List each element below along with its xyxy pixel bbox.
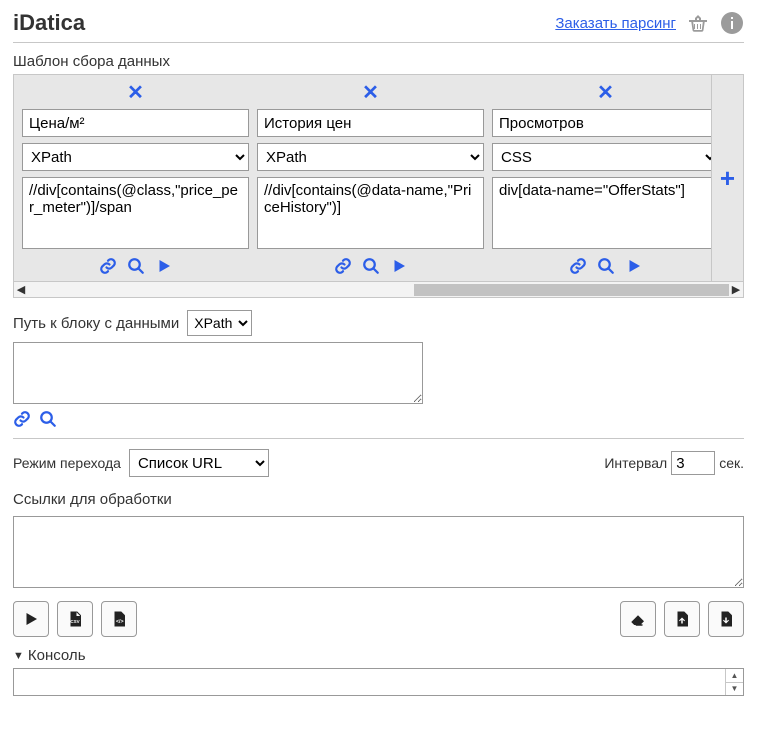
column-name-input[interactable] xyxy=(22,109,249,137)
block-path-input[interactable] xyxy=(13,342,423,404)
close-icon[interactable]: ✕ xyxy=(127,81,144,109)
console-spin-down[interactable]: ▼ xyxy=(726,683,743,696)
export-csv-button[interactable]: CSV xyxy=(57,601,93,637)
clear-button[interactable] xyxy=(620,601,656,637)
export-code-button[interactable]: </> xyxy=(101,601,137,637)
console-input[interactable] xyxy=(14,669,725,695)
search-icon[interactable] xyxy=(127,257,145,275)
interval-label: Интервал xyxy=(604,455,667,471)
selector-expression-input[interactable]: //div[contains(@data-name,"PriceHistory"… xyxy=(257,177,484,249)
template-builder: ✕ XPathCSS //div[contains(@class,"price_pe… xyxy=(13,74,744,282)
selector-type-select[interactable]: XPathCSS xyxy=(22,143,249,171)
search-icon[interactable] xyxy=(362,257,380,275)
scroll-thumb[interactable] xyxy=(414,284,729,296)
info-icon[interactable] xyxy=(720,11,744,35)
svg-text:CSV: CSV xyxy=(70,619,79,624)
order-parsing-link[interactable]: Заказать парсинг xyxy=(555,15,676,32)
template-column: ✕ XPathCSS div[data-name="OfferStats"] xyxy=(492,81,711,275)
interval-input[interactable] xyxy=(671,451,715,475)
selector-type-select[interactable]: XPathCSS xyxy=(492,143,711,171)
add-column-button[interactable]: + xyxy=(711,75,743,281)
close-icon[interactable]: ✕ xyxy=(362,81,379,109)
link-icon[interactable] xyxy=(13,410,31,428)
scroll-left-arrow[interactable]: ◀ xyxy=(14,283,28,296)
block-path-label: Путь к блоку с данными xyxy=(13,315,179,332)
scroll-track[interactable] xyxy=(28,284,729,296)
interval-unit: сек. xyxy=(719,455,744,471)
console-spin-up[interactable]: ▲ xyxy=(726,669,743,683)
link-icon[interactable] xyxy=(334,257,352,275)
mode-select[interactable]: Список URL xyxy=(129,449,269,477)
basket-icon[interactable] xyxy=(686,11,710,35)
upload-button[interactable] xyxy=(664,601,700,637)
scroll-right-arrow[interactable]: ▶ xyxy=(729,283,743,296)
play-icon[interactable] xyxy=(155,257,173,275)
console-collapse-icon[interactable]: ▼ xyxy=(13,650,24,662)
links-label: Ссылки для обработки xyxy=(13,491,744,508)
selector-expression-input[interactable]: div[data-name="OfferStats"] xyxy=(492,177,711,249)
block-path-selector-type[interactable]: XPathCSS xyxy=(187,310,252,336)
mode-label: Режим перехода xyxy=(13,455,121,471)
links-input[interactable] xyxy=(13,516,744,588)
search-icon[interactable] xyxy=(39,410,57,428)
console-label: Консоль xyxy=(28,647,86,664)
play-icon[interactable] xyxy=(625,257,643,275)
svg-text:</>: </> xyxy=(116,619,124,625)
template-column: ✕ XPathCSS //div[contains(@class,"price_pe… xyxy=(22,81,249,275)
template-h-scrollbar[interactable]: ◀ ▶ xyxy=(13,282,744,298)
selector-type-select[interactable]: XPathCSS xyxy=(257,143,484,171)
run-button[interactable] xyxy=(13,601,49,637)
column-name-input[interactable] xyxy=(492,109,711,137)
link-icon[interactable] xyxy=(99,257,117,275)
search-icon[interactable] xyxy=(597,257,615,275)
app-title: iDatica xyxy=(13,10,85,36)
template-column: ✕ XPathCSS //div[contains(@data-name,"Pric… xyxy=(257,81,484,275)
template-section-label: Шаблон сбора данных xyxy=(13,53,744,70)
column-name-input[interactable] xyxy=(257,109,484,137)
link-icon[interactable] xyxy=(569,257,587,275)
download-button[interactable] xyxy=(708,601,744,637)
play-icon[interactable] xyxy=(390,257,408,275)
close-icon[interactable]: ✕ xyxy=(597,81,614,109)
selector-expression-input[interactable]: //div[contains(@class,"price_per_meter")… xyxy=(22,177,249,249)
